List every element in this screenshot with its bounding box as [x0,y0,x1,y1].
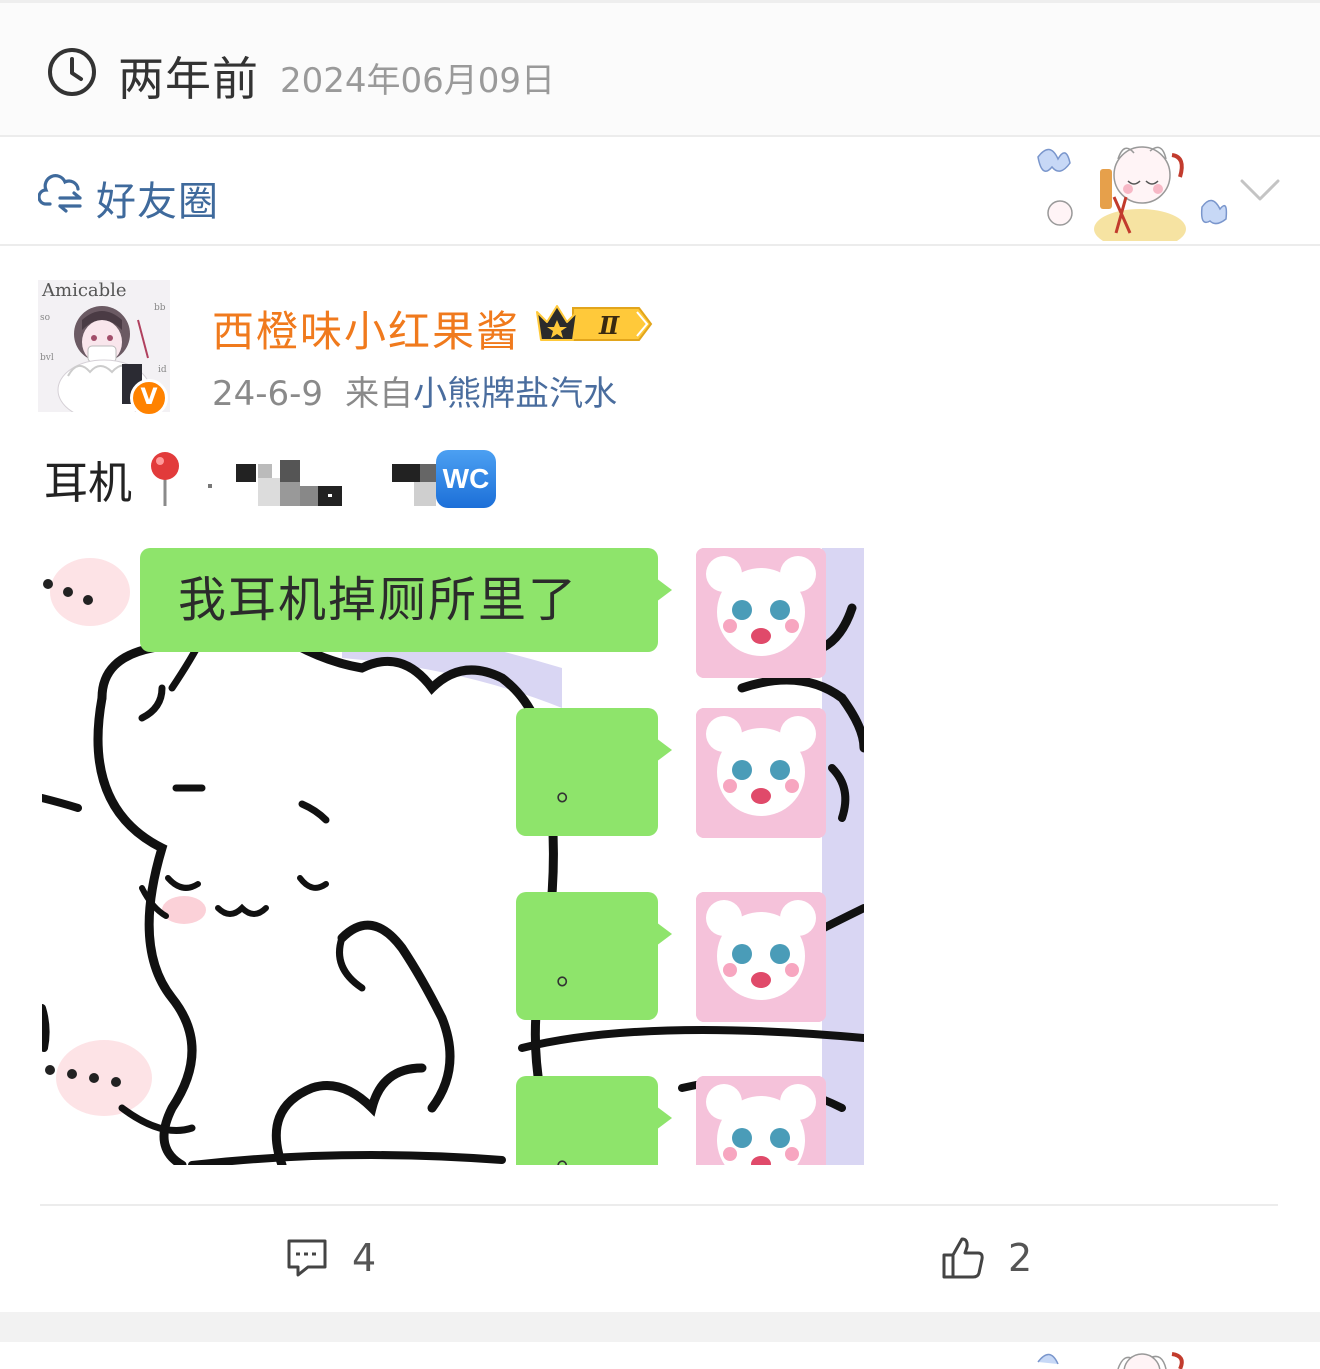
visibility-row[interactable]: 好友圈 [0,137,1320,244]
mosaic-blur [208,460,342,506]
divider [40,1204,1278,1206]
source-link[interactable]: 小熊牌盐汽水 [413,374,617,414]
post-meta: 24-6-9 来自小熊牌盐汽水 [212,366,617,415]
round-pushpin-icon [151,452,179,506]
wc-icon: WC [436,450,496,508]
chat-avatar [696,1076,826,1165]
comment-icon [287,1239,327,1277]
visibility-label: 好友圈 [96,179,219,225]
like-button[interactable]: 2 [940,1230,1032,1286]
post-date: 24-6-9 [212,374,324,414]
time-header: 两年前 2024年06月09日 [0,3,1320,135]
chat-bubble-reply: 。 [516,892,672,1020]
post-image[interactable]: 我耳机掉厕所里了 。 。 。 [42,548,864,1165]
chat-avatar [696,708,826,838]
chat-bubble-main: 我耳机掉厕所里了 [140,548,672,652]
verified-badge: V [130,379,168,417]
chat-avatar [696,892,826,1022]
feed-separator [0,1312,1320,1342]
next-card [0,1342,1320,1369]
divider [0,244,1320,246]
vip-level-text: Ⅱ [598,311,620,340]
decoration-sticker [1037,146,1228,241]
like-count: 2 [1008,1236,1033,1280]
chat-avatar [696,548,826,678]
vip-crown-badge[interactable]: Ⅱ [533,300,655,348]
post-text: 耳机 WC [44,448,496,510]
chat-bubble-main-text: 我耳机掉厕所里了 [178,572,579,628]
comment-button[interactable]: 4 [284,1230,376,1286]
svg-text:bb: bb [154,303,166,313]
post-text-content: 耳机 [44,458,132,509]
svg-text:Amicable: Amicable [41,280,127,301]
chat-bubble-reply: 。 [516,708,672,836]
absolute-date: 2024年06月09日 [280,61,556,101]
thumbs-up-icon [942,1237,984,1279]
svg-text:id: id [158,365,167,375]
decoration-sticker [1037,1352,1184,1369]
chevron-down-icon[interactable] [1238,177,1282,203]
author-name[interactable]: 西橙味小红果酱 [212,298,520,359]
clock-icon [48,48,96,96]
comment-count: 4 [352,1236,377,1280]
cloud-friends-icon [38,174,82,213]
chat-bubble-reply: 。 [516,1076,672,1165]
relative-time: 两年前 [118,52,259,106]
mosaic-blur [392,464,436,506]
svg-text:so: so [40,313,50,323]
source-prefix: 来自 [345,374,414,414]
svg-text:bvl: bvl [40,353,54,363]
